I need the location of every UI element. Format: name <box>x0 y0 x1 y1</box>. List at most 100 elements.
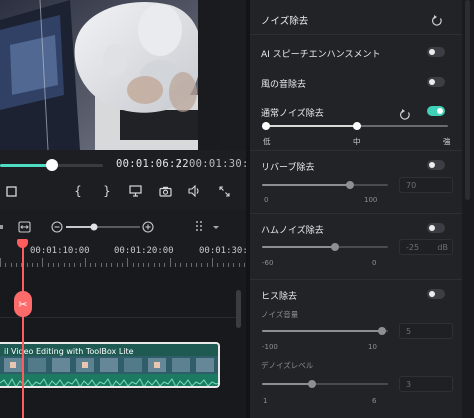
video-preview[interactable] <box>0 0 222 150</box>
ruler-tick <box>42 258 44 267</box>
hum-removal-label: ハムノイズ除去 <box>261 226 324 236</box>
denoise-level-slider[interactable] <box>262 380 388 388</box>
ruler-tick <box>84 258 86 267</box>
fullscreen-button[interactable] <box>217 183 231 199</box>
volume-button[interactable] <box>187 183 201 199</box>
seek-progress <box>0 164 52 167</box>
hum-value: -25 <box>406 243 420 252</box>
display-icon <box>128 185 142 197</box>
normal-denoise-label: 通常ノイズ除去 <box>261 109 324 119</box>
split-button[interactable]: ✂ <box>14 291 32 317</box>
ruler-tick <box>127 258 129 267</box>
noise-volume-label: ノイズ音量 <box>261 310 299 319</box>
slider-fill <box>262 246 336 248</box>
slider-fill <box>262 330 382 332</box>
divider <box>250 34 462 35</box>
level-mid-label: 中 <box>353 137 361 146</box>
slider-thumb[interactable] <box>377 327 386 335</box>
noise-volume-max-label: 10 <box>368 343 377 351</box>
slider-thumb[interactable] <box>353 122 361 130</box>
scissors-icon: ✂ <box>18 297 28 311</box>
stop-button[interactable] <box>5 183 17 199</box>
timeline-toolbar <box>0 215 246 239</box>
timeline-tracks: il Video Editing with ToolBox Lite <box>0 267 246 418</box>
divider <box>250 213 462 214</box>
display-settings-button[interactable] <box>128 183 142 199</box>
section-title: ノイズ除去 <box>261 16 309 27</box>
noise-volume-input[interactable]: 5 <box>399 323 453 339</box>
reverb-value-input[interactable]: 70 <box>399 177 453 193</box>
toggle-knob <box>429 49 435 55</box>
reverb-removal-label: リバーブ除去 <box>261 163 315 173</box>
editor-left-pane: 00:01:06:22 / 00:01:30:00 { } 00:01:10:0… <box>0 0 262 418</box>
audio-settings-panel <box>250 0 462 418</box>
video-clip[interactable]: il Video Editing with ToolBox Lite <box>0 342 220 388</box>
reverb-removal-toggle[interactable] <box>427 160 445 170</box>
volume-icon <box>187 185 199 197</box>
level-low-label: 低 <box>263 137 271 146</box>
timeline-toolbar-icons <box>0 221 219 233</box>
clip-thumbnails <box>0 356 218 376</box>
wind-removal-toggle[interactable] <box>427 77 445 87</box>
seek-thumb[interactable] <box>45 159 58 171</box>
toggle-knob <box>429 291 435 297</box>
playhead[interactable] <box>22 240 24 418</box>
hum-max-label: 0 <box>372 259 377 267</box>
reverb-min-label: 0 <box>264 196 269 204</box>
hum-removal-toggle[interactable] <box>427 223 445 233</box>
wind-removal-label: 風の音除去 <box>261 80 307 90</box>
reverb-value: 70 <box>406 181 417 190</box>
reverb-max-label: 100 <box>364 196 378 204</box>
clip-audio-waveform <box>0 374 218 386</box>
ruler-label: 00:01:10:00 <box>30 246 90 256</box>
timecode-separator: / <box>177 158 181 170</box>
ruler-tick <box>169 258 171 267</box>
toggle-knob <box>429 225 435 231</box>
track-divider <box>0 317 236 318</box>
divider <box>250 279 462 280</box>
hum-unit: dB <box>437 243 448 252</box>
mark-out-icon: } <box>103 184 111 198</box>
hum-slider[interactable] <box>262 243 388 251</box>
normal-denoise-toggle[interactable] <box>427 106 445 116</box>
reset-denoise-button[interactable] <box>399 106 411 120</box>
ruler-label: 00:01:20:00 <box>114 246 174 256</box>
denoise-level-input[interactable]: 3 <box>399 376 453 392</box>
noise-volume-value: 5 <box>406 327 412 336</box>
hum-min-label: -60 <box>262 259 274 267</box>
hiss-removal-label: ヒス除去 <box>261 292 298 302</box>
mark-out-button[interactable]: } <box>102 183 112 199</box>
timeline-scrollbar[interactable] <box>236 290 241 328</box>
noise-volume-slider[interactable] <box>262 327 388 335</box>
slider-fill <box>262 383 313 385</box>
hiss-removal-toggle[interactable] <box>427 289 445 299</box>
denoise-level-slider[interactable] <box>262 122 448 130</box>
clip-thumbnail-strip <box>4 358 214 372</box>
toggle-knob <box>437 108 443 114</box>
toggle-knob <box>429 79 435 85</box>
reset-section-button[interactable] <box>431 12 443 26</box>
preview-letterbox <box>198 0 222 150</box>
snapshot-button[interactable] <box>158 183 172 199</box>
slider-fill <box>266 125 357 127</box>
mark-in-button[interactable]: { <box>73 183 83 199</box>
preview-frame-illustration <box>0 0 222 150</box>
ai-speech-toggle[interactable] <box>427 47 445 57</box>
waveform-graphic <box>0 377 218 386</box>
snapshot-icon <box>158 186 172 197</box>
denoise-level-label: デノイズレベル <box>261 361 314 370</box>
denoise-level-value: 3 <box>406 380 412 389</box>
reset-icon <box>431 15 442 26</box>
level-high-label: 強 <box>443 137 451 146</box>
timeline-ruler[interactable]: 00:01:10:00 00:01:20:00 00:01:30:00 <box>0 239 259 267</box>
fullscreen-icon <box>218 185 230 197</box>
denoise-level-max-label: 6 <box>372 397 377 405</box>
divider <box>250 150 462 151</box>
mark-in-icon: { <box>74 184 82 198</box>
ruler-tick <box>0 258 1 267</box>
toggle-knob <box>429 162 435 168</box>
player-transport: 00:01:06:22 / 00:01:30:00 { } <box>0 150 262 210</box>
panel-scrollbar-thumb[interactable] <box>465 0 470 200</box>
reverb-slider[interactable] <box>262 181 388 189</box>
hum-value-input[interactable]: -25 dB <box>399 239 453 255</box>
